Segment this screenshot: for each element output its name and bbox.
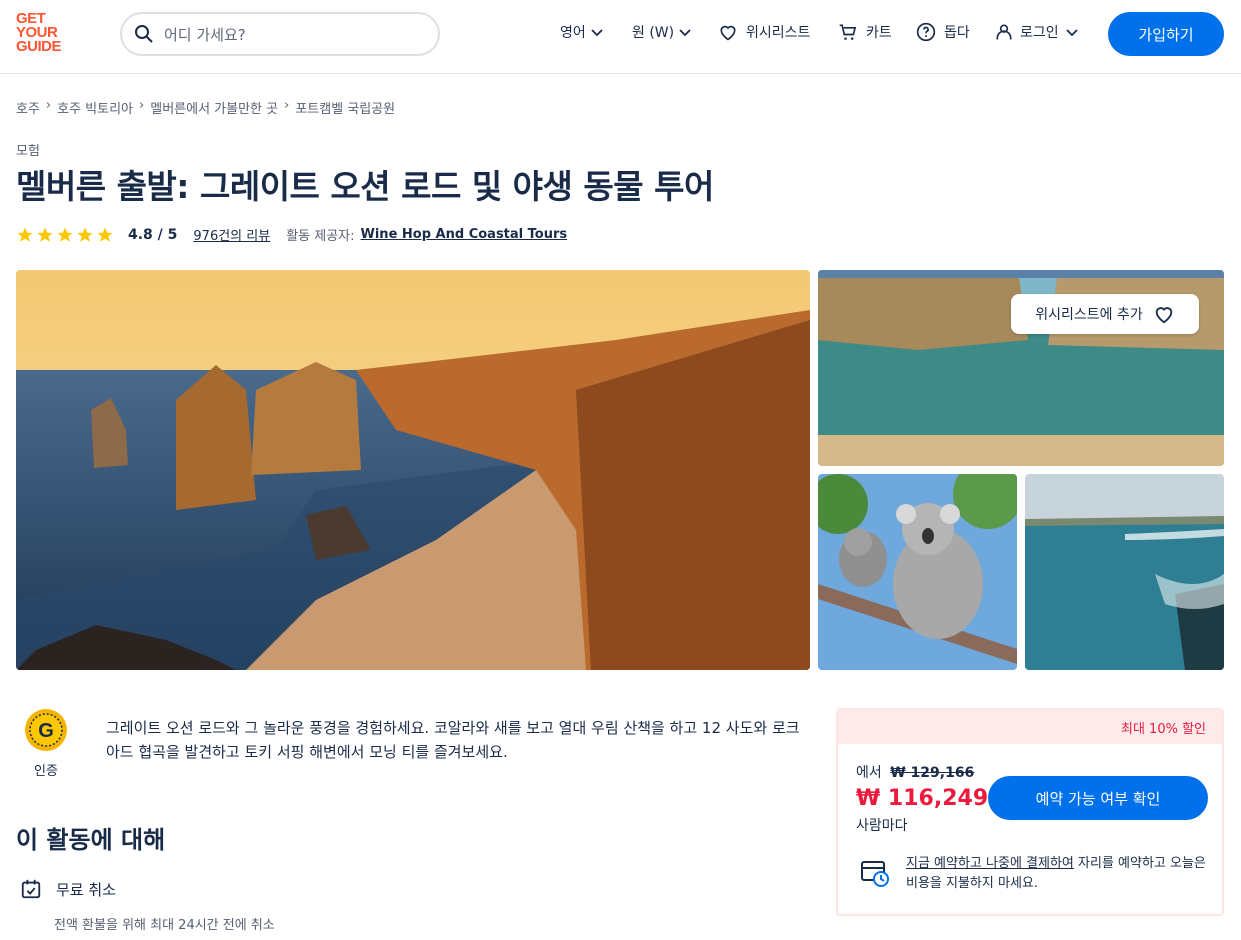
heart-icon [1155, 307, 1173, 324]
current-price: ₩ 116,249 [856, 786, 989, 811]
star-rating [16, 226, 114, 244]
price-area: 에서 ₩ 129,166 ₩ 116,249 사람마다 [856, 762, 988, 835]
photo-ocean-coast[interactable] [1025, 474, 1224, 670]
breadcrumb-item[interactable]: 포트캠벨 국립공원 [295, 98, 395, 117]
page-title: 멜버른 출발: 그레이트 오션 로드 및 야생 동물 투어 [16, 167, 714, 206]
cart-icon [839, 24, 857, 40]
breadcrumb-item[interactable]: 멜버른에서 가볼만한 곳 [150, 98, 278, 117]
help-link[interactable]: 돕다 [916, 22, 970, 42]
chevron-down-icon [1066, 29, 1078, 37]
certified-badge: G 인증 [24, 708, 68, 779]
cart-link[interactable]: 카트 [838, 22, 892, 42]
getyourguide-logo[interactable]: GET YOUR GUIDE [16, 11, 74, 54]
heart-icon [720, 25, 736, 41]
reserve-now-pay-later: 지금 예약하고 나중에 결제하여 자리를 예약하고 오늘은 비용을 지불하지 마… [860, 854, 1210, 894]
provider-link[interactable]: Wine Hop And Coastal Tours [361, 227, 568, 242]
activity-category: 모험 [16, 144, 40, 159]
add-to-wishlist-button[interactable]: 위시리스트에 추가 [1011, 294, 1199, 334]
star-icon [77, 227, 93, 242]
main-photo-twelve-apostles[interactable] [16, 270, 810, 670]
search-icon [135, 25, 153, 43]
user-icon [996, 24, 1012, 40]
star-icon [57, 227, 73, 242]
site-header: GET YOUR GUIDE 어디 가세요? 영어 원 (W) 위시리스트 카트… [0, 0, 1241, 74]
reserve-now-link[interactable]: 지금 예약하고 나중에 결제하여 [906, 856, 1074, 871]
wishlist-link[interactable]: 위시리스트 [718, 22, 810, 42]
feature-title: 무료 취소 [56, 880, 116, 899]
certified-badge-icon: G [25, 709, 67, 751]
reviews-link[interactable]: 976건의 리뷰 [193, 225, 270, 244]
breadcrumb-separator: › [139, 98, 145, 113]
language-selector[interactable]: 영어 [560, 22, 604, 42]
booking-card: 최대 10% 할인 에서 ₩ 129,166 ₩ 116,249 사람마다 예약… [836, 708, 1224, 916]
currency-selector[interactable]: 원 (W) [632, 22, 692, 42]
chevron-down-icon [591, 29, 603, 37]
price-from: 에서 ₩ 129,166 [856, 765, 975, 781]
activity-description: 그레이트 오션 로드와 그 놀라운 풍경을 경험하세요. 코알라와 새를 보고 … [106, 719, 800, 761]
search-placeholder: 어디 가세요? [164, 25, 246, 44]
breadcrumb-separator: › [284, 98, 290, 113]
check-availability-button[interactable]: 예약 가능 여부 확인 [988, 776, 1208, 820]
calendar-clock-icon [861, 861, 889, 887]
provider-label: 활동 제공자: [286, 229, 355, 244]
login-menu[interactable]: 로그인 [994, 22, 1079, 42]
rating-row: 4.8 / 5 976건의 리뷰 활동 제공자: Wine Hop And Co… [16, 225, 567, 244]
star-icon [17, 227, 33, 242]
free-cancellation-feature: 무료 취소 [20, 878, 116, 900]
chevron-down-icon [679, 29, 691, 37]
help-icon [916, 22, 936, 42]
search-input[interactable]: 어디 가세요? [120, 12, 440, 56]
star-icon [97, 227, 113, 242]
discount-banner: 최대 10% 할인 [838, 710, 1222, 744]
certified-label: 인증 [34, 764, 58, 779]
breadcrumb-separator: › [45, 98, 52, 113]
calendar-check-icon [21, 879, 41, 899]
about-section-title: 이 활동에 대해 [16, 826, 166, 854]
breadcrumb-item[interactable]: 호주 빅토리아 [57, 98, 133, 117]
rating-score: 4.8 / 5 [128, 226, 178, 243]
breadcrumb: 호주 › 호주 빅토리아 › 멜버른에서 가볼만한 곳 › 포트캠벨 국립공원 [16, 98, 395, 117]
svg-text:G: G [38, 720, 54, 742]
signup-button[interactable]: 가입하기 [1108, 12, 1224, 56]
per-person-label: 사람마다 [856, 818, 908, 834]
feature-subtitle: 전액 환불을 위해 최대 24시간 전에 취소 [54, 918, 275, 933]
star-icon [37, 227, 53, 242]
twelve-apostles-image [16, 270, 810, 670]
original-price: ₩ 129,166 [890, 765, 975, 781]
breadcrumb-item[interactable]: 호주 [16, 98, 40, 117]
koalas-image [818, 474, 1017, 670]
ocean-coast-image [1025, 474, 1224, 670]
photo-koalas[interactable] [818, 474, 1017, 670]
